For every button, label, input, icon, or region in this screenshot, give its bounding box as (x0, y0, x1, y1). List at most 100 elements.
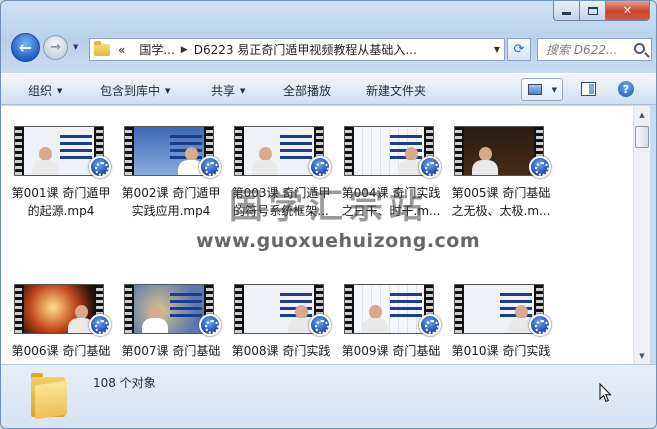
include-in-library-button[interactable]: 包含到库中 ▼ (100, 82, 170, 99)
file-name-line-2: 之日干、时干.m... (341, 204, 441, 218)
file-name-line-2: 实践应用.mp4 (131, 204, 211, 218)
refresh-icon: ⟳ (513, 42, 525, 57)
file-name-line-1: 第007课 奇门基础 (121, 344, 221, 358)
dropdown-arrow-icon: ▼ (57, 87, 63, 95)
media-player-icon (529, 314, 551, 336)
minimize-button[interactable] (553, 1, 580, 21)
breadcrumb-item-current[interactable]: D6223 易正奇门遁甲视频教程从基础入... (194, 41, 417, 58)
change-view-button[interactable]: ▼ (521, 78, 563, 101)
play-all-button[interactable]: 全部播放 (283, 82, 331, 99)
media-player-icon (89, 314, 111, 336)
file-name-line-2: 之无极、太极.m... (451, 204, 551, 218)
file-item[interactable]: 第009课 奇门基础 (337, 268, 445, 364)
file-name-line-1: 第008课 奇门实践 (231, 344, 331, 358)
share-button[interactable]: 共享 ▼ (211, 82, 245, 99)
command-bar: 组织 ▼ 包含到库中 ▼ 共享 ▼ 全部播放 新建文件夹 ▼ ? (1, 73, 656, 105)
media-player-icon (309, 156, 331, 178)
organize-button[interactable]: 组织 ▼ (28, 82, 62, 99)
preview-pane-button[interactable] (581, 82, 596, 96)
media-player-icon (419, 156, 441, 178)
organize-label: 组织 (28, 84, 53, 98)
file-name-line-1: 第001课 奇门遁甲 (11, 186, 111, 200)
file-item[interactable]: 第002课 奇门遁甲 实践应用.mp4 (117, 110, 225, 230)
search-input[interactable]: 搜索 D622... (537, 38, 652, 61)
close-icon: ✕ (622, 4, 633, 17)
file-name: 第005课 奇门基础 之无极、太极.m... (447, 184, 555, 220)
recent-pages-dropdown[interactable]: ▼ (73, 43, 78, 51)
search-icon (634, 43, 645, 54)
new-folder-label: 新建文件夹 (366, 84, 427, 98)
file-item[interactable]: 第010课 奇门实践 (447, 268, 555, 364)
file-name-line-1: 第006课 奇门基础 (11, 344, 111, 358)
scroll-down-arrow-icon[interactable]: ▼ (634, 347, 650, 364)
file-name-line-2: 的符号系统框架... (233, 204, 329, 218)
file-name: 第007课 奇门基础 (117, 342, 225, 360)
file-item[interactable]: 第001课 奇门遁甲 的起源.mp4 (7, 110, 115, 230)
help-icon: ? (622, 82, 630, 96)
file-item[interactable]: 第008课 奇门实践 (227, 268, 335, 364)
address-bar[interactable]: « 国学... ▶ D6223 易正奇门遁甲视频教程从基础入... ▼ (89, 38, 505, 61)
file-item[interactable]: 第007课 奇门基础 (117, 268, 225, 364)
file-name-line-1: 第004课 奇门实践 (341, 186, 441, 200)
breadcrumb-item-guoxue[interactable]: 国学... (139, 41, 174, 58)
back-arrow-icon: ← (18, 38, 33, 57)
file-name: 第003课 奇门遁甲 的符号系统框架... (227, 184, 335, 220)
file-name-line-1: 第010课 奇门实践 (451, 344, 551, 358)
file-name: 第002课 奇门遁甲 实践应用.mp4 (117, 184, 225, 220)
media-player-icon (89, 156, 111, 178)
media-player-icon (529, 156, 551, 178)
file-item[interactable]: 第003课 奇门遁甲 的符号系统框架... (227, 110, 335, 230)
item-count: 108 个对象 (93, 376, 156, 390)
close-button[interactable]: ✕ (606, 1, 650, 21)
refresh-button[interactable]: ⟳ (507, 38, 531, 61)
file-item[interactable]: 第006课 奇门基础 (7, 268, 115, 364)
folder-icon (31, 373, 67, 420)
window-caption-buttons: ✕ (553, 1, 650, 21)
forward-arrow-icon: → (50, 40, 61, 55)
include-library-label: 包含到库中 (100, 84, 161, 98)
new-folder-button[interactable]: 新建文件夹 (366, 82, 426, 99)
share-label: 共享 (211, 84, 236, 98)
file-name: 第004课 奇门实践 之日干、时干.m... (337, 184, 445, 220)
file-name-line-1: 第003课 奇门遁甲 (231, 186, 331, 200)
file-list[interactable]: 第001课 奇门遁甲 的起源.mp4 第002课 奇门遁甲 实践应用.mp4 第003课… (1, 106, 633, 364)
media-player-icon (199, 156, 221, 178)
file-name-line-2: 的起源.mp4 (27, 204, 95, 218)
file-name: 第008课 奇门实践 (227, 342, 335, 360)
chevron-down-icon[interactable]: ▼ (494, 45, 500, 54)
maximize-icon (587, 6, 598, 15)
back-button[interactable]: ← (11, 33, 40, 62)
file-name: 第010课 奇门实践 (447, 342, 555, 360)
media-player-icon (199, 314, 221, 336)
mouse-cursor-icon (599, 382, 613, 406)
file-item[interactable]: 第004课 奇门实践 之日干、时干.m... (337, 110, 445, 230)
file-name: 第009课 奇门基础 (337, 342, 445, 360)
dropdown-arrow-icon: ▼ (165, 87, 171, 95)
minimize-icon (562, 12, 571, 15)
search-placeholder: 搜索 D622... (546, 43, 618, 57)
dropdown-arrow-icon: ▼ (240, 87, 246, 95)
file-name-line-1: 第009课 奇门基础 (341, 344, 441, 358)
details-pane: 108 个对象 (1, 364, 656, 428)
scroll-up-arrow-icon[interactable]: ▲ (634, 106, 650, 123)
explorer-window: ✕ ← → ▼ « 国学... ▶ D6223 易正奇门遁甲视频教程从基础入..… (0, 0, 657, 429)
chevron-down-icon[interactable]: ▼ (552, 86, 557, 94)
view-icon (528, 84, 542, 95)
maximize-button[interactable] (580, 1, 606, 21)
media-player-icon (419, 314, 441, 336)
folder-icon (94, 40, 110, 56)
file-name: 第001课 奇门遁甲 的起源.mp4 (7, 184, 115, 220)
file-name-line-1: 第002课 奇门遁甲 (121, 186, 221, 200)
navigation-bar: ← → ▼ « 国学... ▶ D6223 易正奇门遁甲视频教程从基础入... … (7, 31, 652, 63)
chevron-right-icon[interactable]: ▶ (181, 45, 188, 55)
vertical-scrollbar[interactable]: ▲ ▼ (633, 106, 650, 364)
breadcrumb-overflow[interactable]: « (118, 43, 125, 57)
file-item[interactable]: 第005课 奇门基础 之无极、太极.m... (447, 110, 555, 230)
scrollbar-thumb[interactable] (635, 126, 649, 148)
file-name-line-1: 第005课 奇门基础 (451, 186, 551, 200)
forward-button[interactable]: → (43, 35, 68, 60)
help-button[interactable]: ? (618, 81, 634, 97)
media-player-icon (309, 314, 331, 336)
play-all-label: 全部播放 (283, 84, 332, 98)
file-name: 第006课 奇门基础 (7, 342, 115, 360)
